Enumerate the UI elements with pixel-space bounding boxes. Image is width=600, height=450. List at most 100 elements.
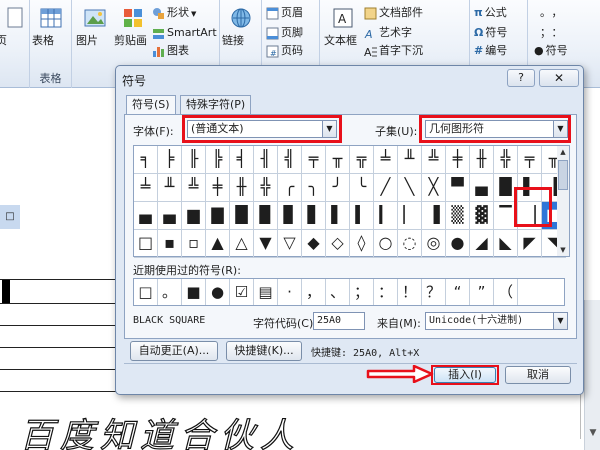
tab-special-characters[interactable]: 特殊字符(P) [180,95,252,115]
symbol-cell[interactable]: ╬ [494,146,518,174]
recent-symbol-cell[interactable]: ” [470,279,494,305]
from-select[interactable]: Unicode(十六进制) ▼ [425,312,568,330]
symbol-cell[interactable]: █ [230,202,254,230]
recent-symbol-cell[interactable]: ▤ [254,279,278,305]
symbol-cell[interactable]: ╕ [134,146,158,174]
symbol-cell[interactable]: ╭ [278,174,302,202]
recent-symbol-cell[interactable]: ， [302,279,326,305]
picture-button[interactable]: 图片 [76,4,114,64]
symbol-cell[interactable]: ▲ [206,230,230,258]
symbol-cell[interactable]: ╟ [182,146,206,174]
symbol-cell[interactable]: ╳ [422,174,446,202]
recent-symbol-cell[interactable]: ！ [398,279,422,305]
symbol-cell[interactable]: ▍ [350,202,374,230]
symbol-cell[interactable]: ╫ [230,174,254,202]
charcode-input[interactable]: 25A0 [313,312,365,330]
recent-symbol-cell[interactable]: 。 [158,279,182,305]
shapes-button[interactable]: 形状 ▼ [152,4,196,22]
symbol-cell[interactable]: ◌ [398,230,422,258]
sym-button[interactable]: ● 符号 [534,42,568,60]
symbol-cell[interactable]: ▓ [470,202,494,230]
symbol-cell[interactable]: ╡ [230,146,254,174]
table-button[interactable]: 表格 [32,4,70,64]
symbol-cell[interactable]: ◤ [518,230,542,258]
symbol-cell[interactable]: ╦ [350,146,374,174]
scroll-thumb[interactable] [558,160,568,190]
symbol-cell[interactable]: ▏ [398,202,422,230]
equation-button[interactable]: π 公式 [474,4,507,22]
clipart-button[interactable]: 剪贴画 [114,4,152,64]
symbol-cell[interactable]: ╤ [518,146,542,174]
chart-button[interactable]: 图表 [152,42,189,60]
symbol-cell[interactable]: ╲ [398,174,422,202]
quickparts-button[interactable]: 文档部件 [364,4,423,22]
symbol-cell[interactable]: ● [446,230,470,258]
pages-button[interactable]: 页 [0,4,34,64]
symbol-cell[interactable]: ╩ [422,146,446,174]
symbol-cell[interactable]: ◇ [326,230,350,258]
scroll-up-arrow-icon[interactable]: ▲ [557,146,569,158]
recent-symbol-cell[interactable]: ： [374,279,398,305]
symbol-cell[interactable]: ◢ [470,230,494,258]
symbol-cell[interactable]: ╠ [206,146,230,174]
symbol-cell[interactable]: ╨ [398,146,422,174]
symbol-cell[interactable]: ▌ [326,202,350,230]
symbol-cell[interactable]: ▇ [206,202,230,230]
symbol-cell[interactable]: △ [230,230,254,258]
symbol-cell[interactable]: ╫ [470,146,494,174]
header-button[interactable]: 页眉 [266,4,303,22]
textbox-button[interactable]: A 文本框 [324,4,362,64]
symbol-cell[interactable]: ╩ [182,174,206,202]
symbol-cell[interactable]: ╪ [446,146,470,174]
chevron-down-icon[interactable]: ▼ [553,313,567,329]
help-button[interactable]: ? [507,69,535,87]
close-button[interactable]: ✕ [539,69,579,87]
symbol-cell[interactable]: ▀ [446,174,470,202]
symbol-cell[interactable]: ╤ [302,146,326,174]
symbol-cell[interactable]: ╱ [374,174,398,202]
quick-symbol-row-1[interactable]: 。， [540,4,569,22]
footer-button[interactable]: 页脚 [266,24,303,42]
symbol-cell[interactable]: ▪ [158,230,182,258]
recent-symbol-cell[interactable]: ☑ [230,279,254,305]
dropcap-button[interactable]: A 首字下沉 [364,42,423,60]
symbol-cell[interactable]: ▋ [302,202,326,230]
symbol-cell[interactable]: ▄ [470,174,494,202]
vertical-scrollbar[interactable]: ▼ [584,300,600,450]
symbol-cell[interactable]: ╨ [158,174,182,202]
number-button[interactable]: # 编号 [474,42,507,60]
symbol-cell[interactable]: ▽ [278,230,302,258]
symbol-cell[interactable]: ◆ [302,230,326,258]
symbol-cell[interactable]: ╢ [254,146,278,174]
scroll-down-arrow-icon[interactable]: ▼ [557,244,569,256]
symbol-cell[interactable]: ╣ [278,146,302,174]
autocorrect-button[interactable]: 自动更正(A)... [130,341,218,361]
recent-symbol-cell[interactable]: ■ [182,279,206,305]
symbol-cell[interactable]: ▉ [254,202,278,230]
symbol-cell[interactable]: ▊ [278,202,302,230]
smartart-button[interactable]: SmartArt [152,24,217,42]
symbol-cell[interactable]: ╥ [326,146,350,174]
symbol-cell[interactable]: ╯ [326,174,350,202]
symbol-button[interactable]: Ω 符号 [474,24,507,42]
wordart-button[interactable]: A 艺术字 [364,24,412,42]
symbol-cell[interactable]: ▼ [254,230,278,258]
symbol-cell[interactable]: ▒ [446,202,470,230]
symbol-cell[interactable]: ╮ [302,174,326,202]
symbol-cell[interactable]: □ [134,230,158,258]
symbol-cell[interactable]: ╧ [374,146,398,174]
symbol-cell[interactable]: ╪ [206,174,230,202]
symbol-cell[interactable]: ▆ [182,202,206,230]
symbol-cell[interactable]: ╬ [254,174,278,202]
selected-square-symbol[interactable]: □ [0,205,20,229]
symbol-cell[interactable]: ◊ [350,230,374,258]
recent-symbol-cell[interactable]: ● [206,279,230,305]
recent-symbol-cell[interactable]: 、 [326,279,350,305]
link-button[interactable]: 链接 [222,4,260,64]
insert-button[interactable]: 插入(I) [434,367,496,383]
symbol-cell[interactable]: ◎ [422,230,446,258]
symbol-cell[interactable]: ▫ [182,230,206,258]
symbol-cell[interactable]: ○ [374,230,398,258]
recent-symbol-cell[interactable]: （ [494,279,518,305]
symbol-cell[interactable]: ◣ [494,230,518,258]
